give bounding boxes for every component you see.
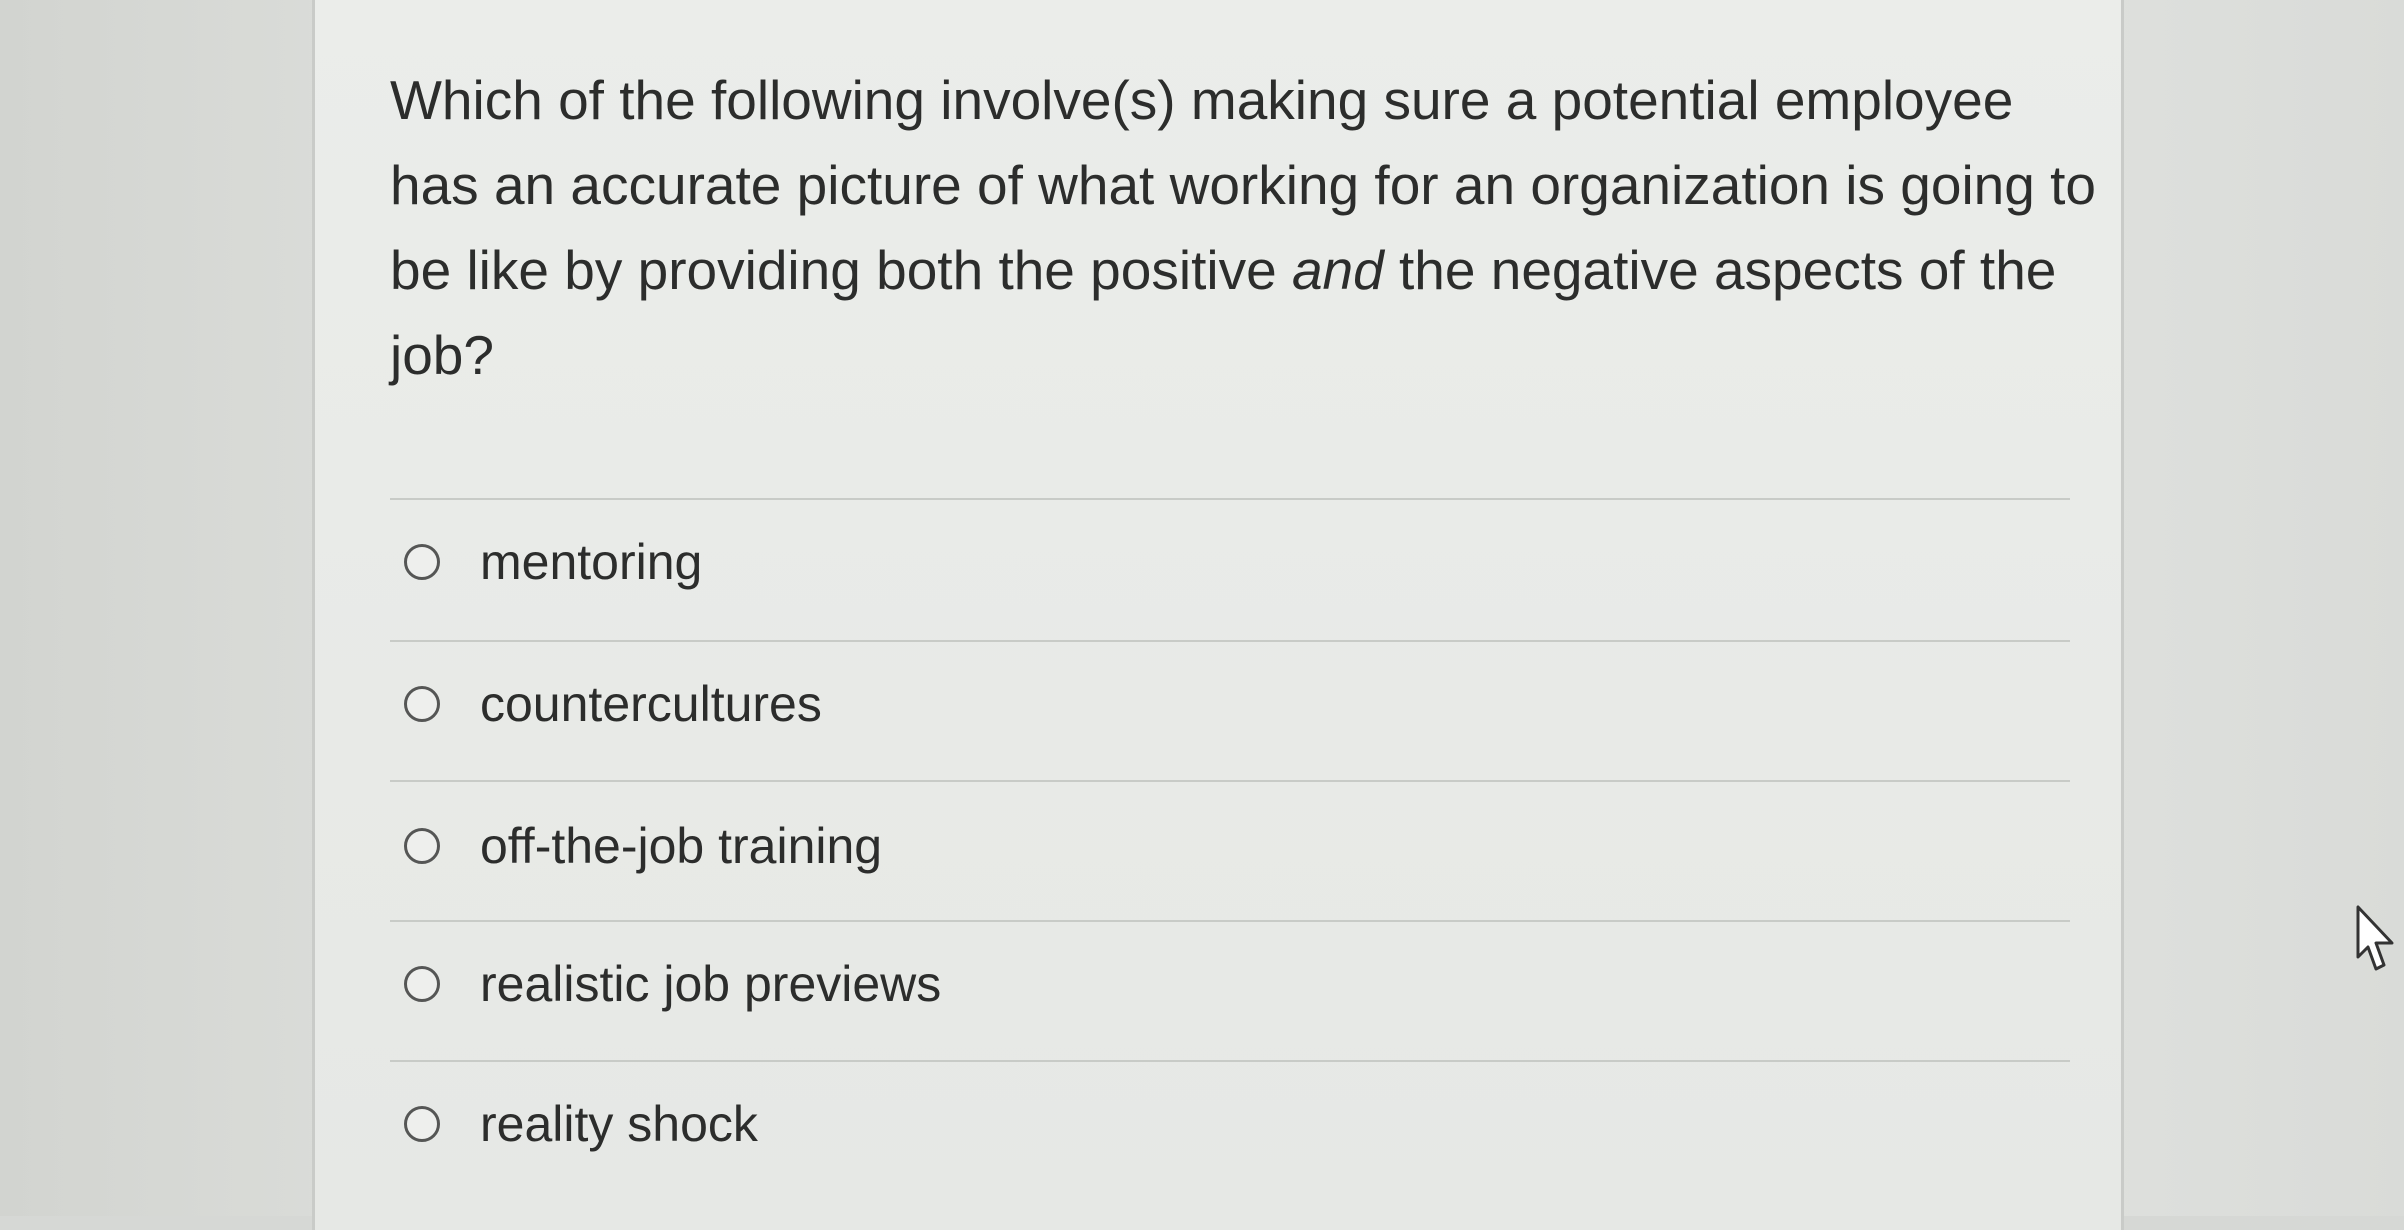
option-reality-shock[interactable]: reality shock [404,1084,758,1164]
option-label: off-the-job training [480,818,883,874]
option-label: mentoring [480,534,703,590]
question-emphasis: and [1291,239,1384,301]
option-mentoring[interactable]: mentoring [404,522,702,602]
radio-button-icon[interactable] [404,1106,440,1142]
question-text: Which of the following involve(s) making… [390,58,2110,398]
option-label: countercultures [480,676,822,732]
radio-button-icon[interactable] [404,966,440,1002]
option-divider [390,920,2070,922]
option-realistic-job-previews[interactable]: realistic job previews [404,944,941,1024]
option-divider [390,1060,2070,1062]
option-divider [390,640,2070,642]
option-off-the-job-training[interactable]: off-the-job training [404,806,882,886]
radio-button-icon[interactable] [404,686,440,722]
option-countercultures[interactable]: countercultures [404,664,822,744]
radio-button-icon[interactable] [404,828,440,864]
option-label: reality shock [480,1096,758,1152]
option-divider [390,498,2070,500]
option-label: realistic job previews [480,956,942,1012]
option-divider [390,780,2070,782]
hand-pointer-cursor-icon [2356,905,2394,971]
radio-button-icon[interactable] [404,544,440,580]
